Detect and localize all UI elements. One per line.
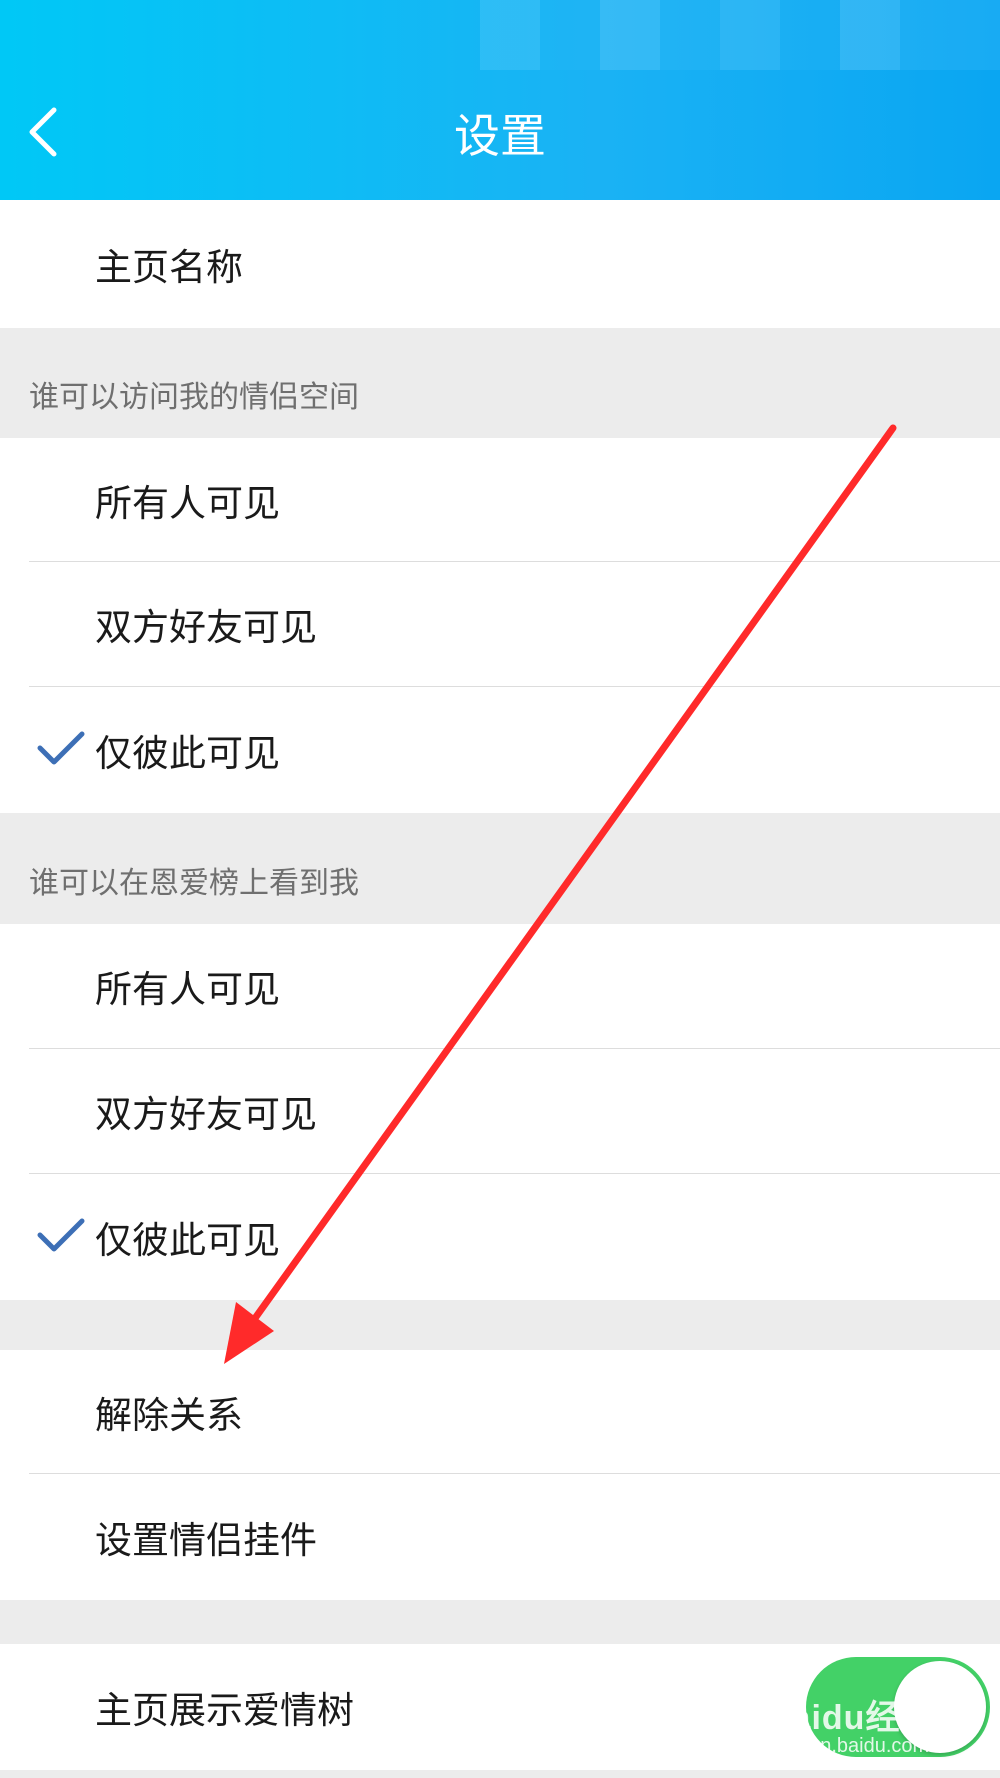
unbind-relationship-item[interactable]: 解除关系	[0, 1350, 1000, 1474]
rank-option-label: 双方好友可见	[95, 1093, 317, 1136]
section-gap	[0, 1300, 1000, 1350]
rank-option-friends[interactable]: 双方好友可见	[0, 1049, 1000, 1173]
watermark-brand: Baidu经验	[766, 1699, 936, 1737]
watermark-url: jingyan.baidu.com	[768, 1735, 930, 1757]
rank-section-header: 谁可以在恩爱榜上看到我	[0, 813, 1000, 924]
nav-header: 设置	[0, 0, 1000, 200]
unbind-relationship-label: 解除关系	[95, 1394, 243, 1437]
couple-widget-label: 设置情侣挂件	[95, 1519, 317, 1562]
visit-option-friends[interactable]: 双方好友可见	[0, 562, 1000, 686]
rank-option-all[interactable]: 所有人可见	[0, 924, 1000, 1048]
rank-option-label: 所有人可见	[95, 968, 280, 1011]
visit-section-header: 谁可以访问我的情侣空间	[0, 328, 1000, 438]
couple-widget-item[interactable]: 设置情侣挂件	[0, 1474, 1000, 1600]
visit-option-label: 所有人可见	[95, 482, 280, 525]
homepage-name-item[interactable]: 主页名称	[0, 200, 1000, 328]
visit-option-label: 仅彼此可见	[95, 732, 280, 775]
section-gap	[0, 1600, 1000, 1644]
visit-option-all[interactable]: 所有人可见	[0, 438, 1000, 562]
homepage-name-label: 主页名称	[95, 246, 243, 289]
checkmark-icon	[37, 731, 85, 765]
visit-option-mutual[interactable]: 仅彼此可见	[0, 687, 1000, 813]
rank-option-mutual[interactable]: 仅彼此可见	[0, 1174, 1000, 1300]
checkmark-icon	[37, 1218, 85, 1252]
rank-option-label: 仅彼此可见	[95, 1219, 280, 1262]
page-title: 设置	[454, 109, 546, 163]
bottom-gap	[0, 1770, 1000, 1778]
visit-section-title: 谁可以访问我的情侣空间	[29, 380, 359, 415]
love-tree-label: 主页展示爱情树	[95, 1689, 354, 1732]
blurred-status-area	[480, 0, 1000, 70]
rank-section-title: 谁可以在恩爱榜上看到我	[29, 866, 359, 901]
visit-option-label: 双方好友可见	[95, 606, 317, 649]
